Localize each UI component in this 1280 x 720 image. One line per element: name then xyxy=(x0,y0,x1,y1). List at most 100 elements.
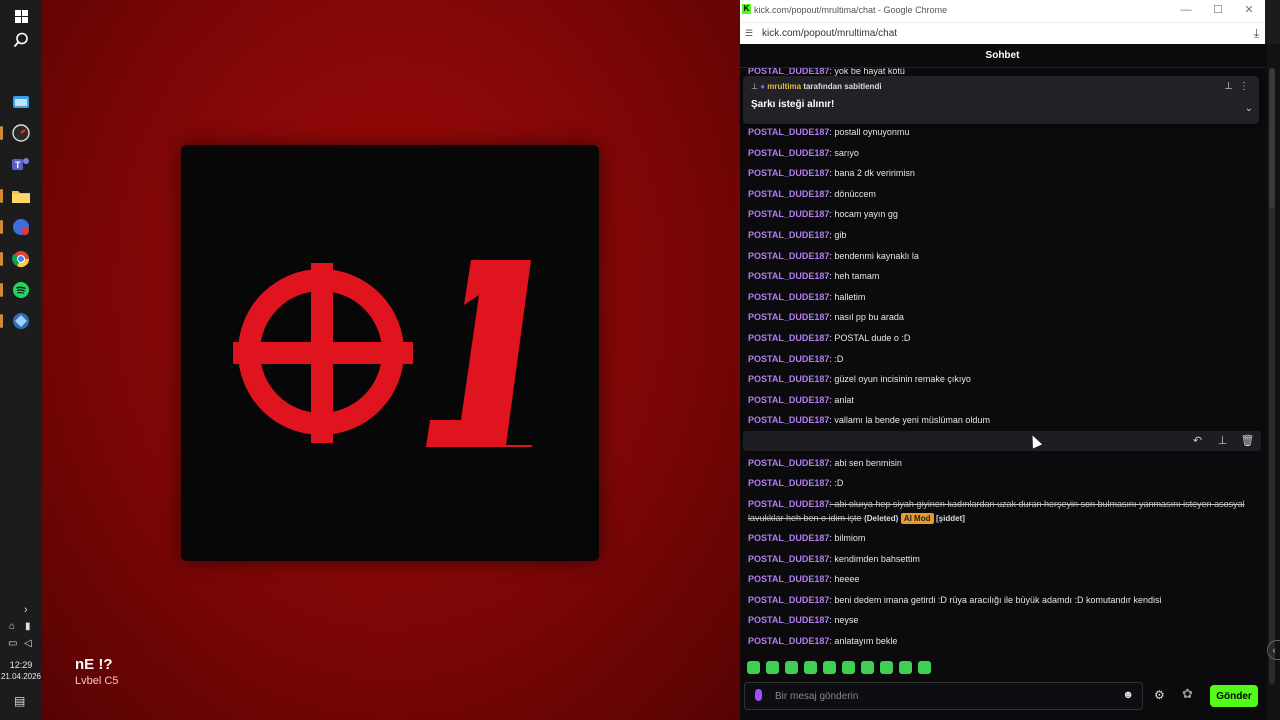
site-settings-icon[interactable]: ☰ xyxy=(745,28,753,39)
chat-message: POSTAL_DUDE187: beni dedem imana getirdi… xyxy=(748,593,1258,607)
chat-message-input[interactable] xyxy=(775,688,1105,704)
chrome-icon[interactable] xyxy=(0,249,31,269)
hovered-message-row[interactable]: ↶ ⊥ 🗑 xyxy=(743,431,1261,451)
search-icon[interactable] xyxy=(11,30,31,50)
chat-text: : heh tamam xyxy=(829,271,880,282)
chat-text: : neyse xyxy=(829,615,859,626)
chat-username[interactable]: POSTAL_DUDE187 xyxy=(748,574,829,584)
emote-icon[interactable] xyxy=(899,661,912,674)
volume-icon[interactable]: ◁ xyxy=(24,638,32,649)
scrollbar-thumb[interactable] xyxy=(1269,68,1275,208)
browser-icon[interactable] xyxy=(11,92,31,112)
speedometer-icon[interactable] xyxy=(0,123,31,143)
chat-username[interactable]: POSTAL_DUDE187 xyxy=(748,168,829,178)
pin-icon[interactable]: ⊥ xyxy=(1215,434,1230,447)
chat-username[interactable]: POSTAL_DUDE187 xyxy=(748,333,829,343)
scrollbar[interactable] xyxy=(1267,44,1280,720)
microphone-icon[interactable]: ▮ xyxy=(25,621,31,632)
chat-username[interactable]: POSTAL_DUDE187 xyxy=(748,148,829,158)
chat-text: : anlat xyxy=(829,394,854,405)
chat-text: : :D xyxy=(829,353,844,364)
emote-icon[interactable] xyxy=(918,661,931,674)
chat-username[interactable]: POSTAL_DUDE187 xyxy=(748,374,829,384)
chat-username[interactable]: POSTAL_DUDE187 xyxy=(748,615,829,625)
windows-icon[interactable] xyxy=(11,6,31,26)
chat-message: POSTAL_DUDE187: sarıyo xyxy=(748,146,1258,160)
chat-text: : nasıl pp bu arada xyxy=(829,312,904,323)
chevron-down-icon[interactable]: ⌄ xyxy=(1245,103,1253,114)
pinned-by-label: tarafından sabitlendi xyxy=(803,82,882,91)
file-explorer-icon[interactable] xyxy=(0,186,31,206)
camera-icon[interactable]: ⌂ xyxy=(9,621,15,632)
chat-message: POSTAL_DUDE187: postall oynuyonmu xyxy=(748,125,1258,139)
reply-icon[interactable]: ↶ xyxy=(1190,434,1205,447)
emoji-picker-icon[interactable]: ☻ xyxy=(1122,689,1134,701)
more-options-icon[interactable]: ⋮ xyxy=(1239,81,1249,92)
close-icon[interactable]: ✕ xyxy=(1242,3,1256,17)
network-icon[interactable] xyxy=(0,311,31,331)
emote-icon[interactable] xyxy=(823,661,836,674)
minimize-icon[interactable]: — xyxy=(1179,3,1193,17)
pinned-by-user[interactable]: mrultima xyxy=(767,82,801,91)
chevron-up-icon[interactable]: › xyxy=(24,604,28,616)
address-bar[interactable]: ☰ kick.com/popout/mrultima/chat ⤓ xyxy=(740,22,1265,44)
chat-username[interactable]: POSTAL_DUDE187 xyxy=(748,478,829,488)
chat-username[interactable]: POSTAL_DUDE187 xyxy=(748,354,829,364)
unpin-icon[interactable]: ⊥ xyxy=(1224,81,1233,92)
chat-app-icon[interactable] xyxy=(0,217,31,237)
chat-message: POSTAL_DUDE187: dönüccem xyxy=(748,187,1258,201)
send-button[interactable]: Gönder xyxy=(1210,685,1258,707)
chat-username[interactable]: POSTAL_DUDE187 xyxy=(748,415,829,425)
scrollbar-track-inner xyxy=(1269,194,1275,684)
chat-username[interactable]: POSTAL_DUDE187 xyxy=(748,230,829,240)
deleted-tag: (Deleted) xyxy=(864,514,899,523)
network-status-icon[interactable]: ▭ xyxy=(8,638,17,649)
chat-username[interactable]: POSTAL_DUDE187 xyxy=(748,68,829,76)
track-title: nE !? xyxy=(75,656,113,673)
chat-settings-gear-icon[interactable]: ⚙ xyxy=(1154,688,1165,702)
microphone-badge-icon: ● xyxy=(760,82,766,91)
emote-icon[interactable] xyxy=(842,661,855,674)
chat-input-box: ☻ xyxy=(744,682,1143,710)
emote-icon[interactable] xyxy=(747,661,760,674)
teams-icon[interactable]: T xyxy=(11,154,31,174)
chat-username[interactable]: POSTAL_DUDE187 xyxy=(748,395,829,405)
chat-username[interactable]: POSTAL_DUDE187 xyxy=(748,312,829,322)
emote-icon[interactable] xyxy=(880,661,893,674)
delete-icon[interactable]: 🗑 xyxy=(1240,434,1255,447)
maximize-icon[interactable]: ☐ xyxy=(1211,3,1225,17)
chat-username[interactable]: POSTAL_DUDE187 xyxy=(748,271,829,281)
url-text[interactable]: kick.com/popout/mrultima/chat xyxy=(762,28,897,39)
microphone-icon[interactable] xyxy=(755,689,762,701)
chat-username[interactable]: POSTAL_DUDE187 xyxy=(748,554,829,564)
sidebar-toggle-icon[interactable]: ‹ xyxy=(1267,640,1280,660)
chat-username[interactable]: POSTAL_DUDE187 xyxy=(748,533,829,543)
chat-username[interactable]: POSTAL_DUDE187 xyxy=(748,251,829,261)
chat-username[interactable]: POSTAL_DUDE187 xyxy=(748,209,829,219)
notifications-icon[interactable]: ▤ xyxy=(14,694,25,708)
chat-username[interactable]: POSTAL_DUDE187 xyxy=(748,292,829,302)
chat-username[interactable]: POSTAL_DUDE187 xyxy=(748,189,829,199)
chat-text: : heeee xyxy=(829,574,860,585)
emote-icon[interactable] xyxy=(804,661,817,674)
clock-time[interactable]: 12:29 xyxy=(0,660,42,670)
chrome-window: K kick.com/popout/mrultima/chat - Google… xyxy=(740,0,1265,720)
download-icon[interactable]: ⤓ xyxy=(1254,26,1259,41)
chat-username[interactable]: POSTAL_DUDE187 xyxy=(748,595,829,605)
emote-icon[interactable] xyxy=(861,661,874,674)
emote-icon[interactable] xyxy=(785,661,798,674)
pinned-message[interactable]: ⊥ ● mrultima tarafından sabitlendi Şarkı… xyxy=(743,76,1259,124)
spotify-icon[interactable] xyxy=(0,280,31,300)
chat-message-list[interactable]: POSTAL_DUDE187: yok be hayat kötü POSTAL… xyxy=(740,68,1262,656)
clock-date[interactable]: 21.04.2026 xyxy=(0,672,42,681)
chat-username[interactable]: POSTAL_DUDE187 xyxy=(748,636,829,646)
window-titlebar[interactable]: K kick.com/popout/mrultima/chat - Google… xyxy=(740,0,1265,22)
chat-username[interactable]: POSTAL_DUDE187 xyxy=(748,458,829,468)
chat-username[interactable]: POSTAL_DUDE187 xyxy=(748,499,829,509)
chat-username[interactable]: POSTAL_DUDE187 xyxy=(748,127,829,137)
extension-icon[interactable]: ✿ xyxy=(1182,686,1193,702)
chat-text: : kendimden bahsettim xyxy=(829,553,920,564)
emote-icon[interactable] xyxy=(766,661,779,674)
chat-text: : halletim xyxy=(829,291,866,302)
chat-text: : anlatayım bekle xyxy=(829,636,898,646)
